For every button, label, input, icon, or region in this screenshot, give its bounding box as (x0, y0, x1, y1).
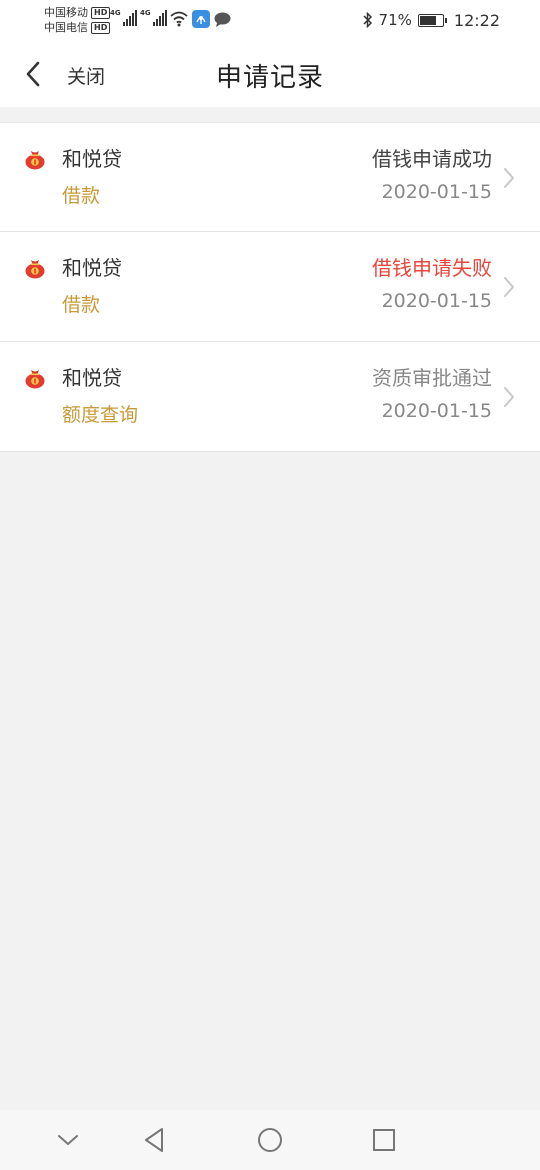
recents-square-icon (373, 1129, 395, 1151)
network-type-2: 4G (140, 9, 151, 17)
page-title: 申请记录 (215, 63, 324, 93)
money-bag-icon (25, 260, 45, 279)
carrier-info: 中国移动 HD 中国电信 HD (44, 5, 111, 35)
record-date: 2020-01-15 (381, 181, 492, 203)
back-triangle-icon (145, 1128, 163, 1152)
record-status: 资质审批通过 (372, 366, 492, 390)
record-status: 借钱申请失败 (372, 256, 492, 280)
record-date: 2020-01-15 (381, 290, 492, 312)
record-type: 借款 (62, 185, 101, 207)
record-type: 借款 (62, 294, 101, 316)
nav-collapse-button[interactable] (54, 1126, 82, 1154)
money-bag-icon (25, 151, 45, 170)
status-right: 71% 12:22 (363, 10, 500, 30)
record-item[interactable]: 和悦贷 借款 借钱申请失败 2020-01-15 (0, 232, 540, 342)
lender-name: 和悦贷 (62, 147, 122, 171)
carrier-1-label: 中国移动 (44, 6, 88, 19)
nav-home-button[interactable] (256, 1126, 284, 1154)
home-circle-icon (258, 1128, 282, 1152)
hd-badge-1: HD (91, 6, 111, 19)
lender-name: 和悦贷 (62, 256, 122, 280)
record-status: 借钱申请成功 (372, 147, 492, 171)
chevron-right-icon (504, 387, 514, 407)
chevron-right-icon (504, 277, 514, 297)
record-list: 和悦贷 借款 借钱申请成功 2020-01-15 和悦贷 借款 借钱申请失败 2… (0, 122, 540, 452)
system-nav-bar (0, 1110, 540, 1170)
record-date: 2020-01-15 (381, 400, 492, 422)
app-header: 关闭 申请记录 (0, 40, 540, 107)
signal-strength-1-icon: 4G (110, 10, 137, 26)
network-type-1: 4G (110, 9, 121, 17)
nav-recents-button[interactable] (370, 1126, 398, 1154)
battery-percent: 71% (378, 11, 412, 29)
battery-icon (417, 13, 447, 27)
carrier-2-label: 中国电信 (44, 21, 88, 34)
chevron-down-icon (58, 1135, 78, 1145)
bluetooth-icon (363, 12, 372, 28)
message-bubble-icon (214, 12, 231, 27)
hotspot-app-icon (192, 10, 210, 28)
signal-strength-2-icon: 4G (140, 10, 167, 26)
wifi-icon (170, 11, 188, 27)
record-item[interactable]: 和悦贷 额度查询 资质审批通过 2020-01-15 (0, 342, 540, 452)
hd-badge-2: HD (91, 21, 111, 34)
money-bag-icon (25, 370, 45, 389)
lender-name: 和悦贷 (62, 366, 122, 390)
record-type: 额度查询 (62, 404, 139, 426)
record-item[interactable]: 和悦贷 借款 借钱申请成功 2020-01-15 (0, 122, 540, 232)
chevron-right-icon (504, 168, 514, 188)
clock: 12:22 (453, 10, 500, 30)
nav-back-button[interactable] (141, 1126, 169, 1154)
status-bar: 中国移动 HD 中国电信 HD 4G 4G 71% 12:22 (0, 0, 540, 40)
